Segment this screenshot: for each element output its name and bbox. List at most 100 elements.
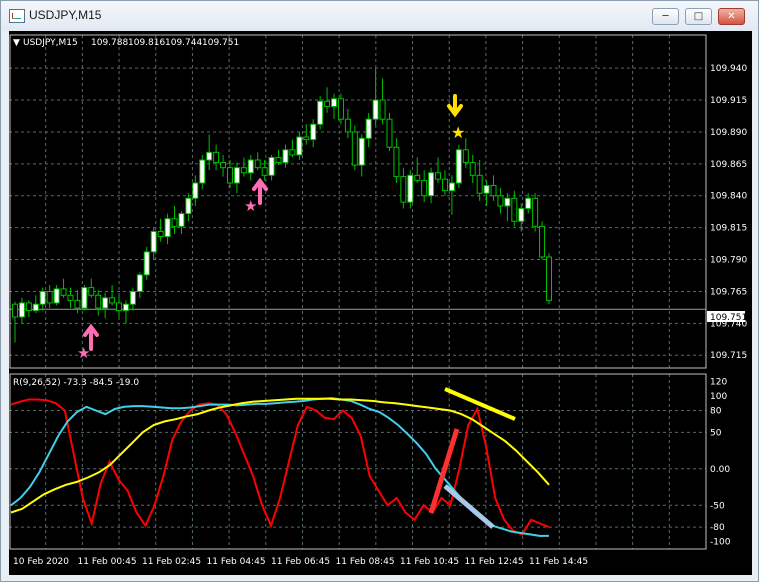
candle-body [171,218,178,227]
price-panel-border [9,34,707,369]
candle-body [504,197,511,207]
candle-body [240,167,247,174]
candle-body [261,167,268,176]
oscillator-tick-label: -50 [710,501,725,511]
chart-app-icon [9,9,25,23]
chart-grid [9,35,706,549]
chart-menu-triangle[interactable]: ▼ [13,38,20,48]
candle-body [310,123,317,141]
price-tick-label: 109.840 [710,192,747,202]
candle-body [490,185,497,197]
candle-body [407,174,414,203]
candle-body [233,167,240,184]
close-button[interactable]: ✕ [718,8,745,25]
title-bar[interactable]: USDJPY,M15 ─ □ ✕ [1,1,758,31]
candle-body [476,174,483,194]
candle-body [220,162,227,169]
candle-body [95,294,102,309]
candle-body [386,118,393,148]
candle-body [546,256,552,301]
price-chart-area[interactable]: 109.940 109.915 109.890 109.865 109.840 109.8… [9,31,752,575]
time-tick-label: 11 Feb 06:45 [271,557,330,567]
candle-body [435,172,442,180]
candle-body [337,98,344,120]
price-tick-label: 109.915 [710,96,747,106]
candle-body [25,302,32,312]
oscillator-series-line [10,398,550,536]
oscillator-tick-label: 0.00 [710,465,730,475]
candle-body [206,151,213,161]
candle-body [365,118,372,139]
minimize-button[interactable]: ─ [652,8,679,25]
candle-body [178,213,185,227]
candle-body [289,149,296,156]
candlesticks [12,68,552,343]
time-tick-label: 10 Feb 2020 [13,557,69,567]
candle-body [150,230,157,253]
oscillator-tick-label: -80 [710,523,725,533]
time-tick-label: 11 Feb 10:45 [400,557,459,567]
candle-body [317,100,324,125]
candle-body [18,302,25,318]
price-tick-label: 109.890 [710,128,747,138]
candle-body [32,303,39,312]
time-tick-label: 11 Feb 00:45 [78,557,137,567]
candle-body [129,290,136,305]
time-tick-label: 11 Feb 12:45 [465,557,524,567]
candle-body [88,287,95,296]
ohlc-high: 109.816 [128,38,165,48]
candle-body [414,174,421,181]
candle-body [518,208,525,222]
oscillator-tick-label: -100 [710,538,731,548]
candle-body [67,294,74,301]
oscillator-tick-label: 100 [710,392,727,402]
price-tick-label: 109.865 [710,160,747,170]
price-tick-label: 109.765 [710,287,747,297]
candle-body [247,159,254,174]
candle-body [393,146,400,178]
candle-body [324,100,331,107]
candle-body [157,230,164,238]
candle-body [331,98,338,107]
time-tick-label: 11 Feb 02:45 [142,557,201,567]
candle-body [344,118,351,133]
candle-body [421,179,428,197]
time-tick-label: 11 Feb 08:45 [336,557,395,567]
symbol-label: USDJPY,M15 [23,38,78,48]
candle-body [185,197,192,215]
maximize-button[interactable]: □ [685,8,712,25]
price-tick-label: 109.815 [710,224,747,234]
candle-body [469,162,476,176]
candle-body [448,182,455,192]
candle-body [525,197,532,210]
candle-body [39,290,46,305]
candle-body [60,288,67,296]
ohlc-open: 109.788 [91,38,128,48]
star-icon: ★ [451,123,465,142]
candle-body [511,197,518,222]
trendline-yellow [444,387,516,421]
candle-body [143,251,150,276]
candle-body [136,274,143,292]
candle-body [532,197,539,227]
oscillator-lines [10,397,550,537]
candle-body [102,297,109,309]
candle-body [358,137,365,166]
oscillator-tick-label: 50 [710,428,722,438]
down-arrow-icon [447,94,463,118]
indicator-label: R(9,26,52) -73.3 -84.5 -19.0 [13,378,139,388]
window-title: USDJPY,M15 [29,8,102,22]
chart-canvas[interactable]: 109.940 109.915 109.890 109.865 109.840 109.8… [9,31,752,575]
price-tick-label: 109.715 [710,351,747,361]
ohlc-low: 109.744 [165,38,202,48]
oscillator-tick-label: 80 [710,406,722,416]
candle-body [81,287,88,309]
candle-body [497,195,504,207]
candle-body [46,290,53,304]
candle-body [268,156,275,176]
candle-body [462,149,469,164]
candle-body [428,172,435,197]
candle-body [483,185,490,194]
oscillator-tick-label: 120 [710,377,727,387]
candle-body [379,99,386,120]
